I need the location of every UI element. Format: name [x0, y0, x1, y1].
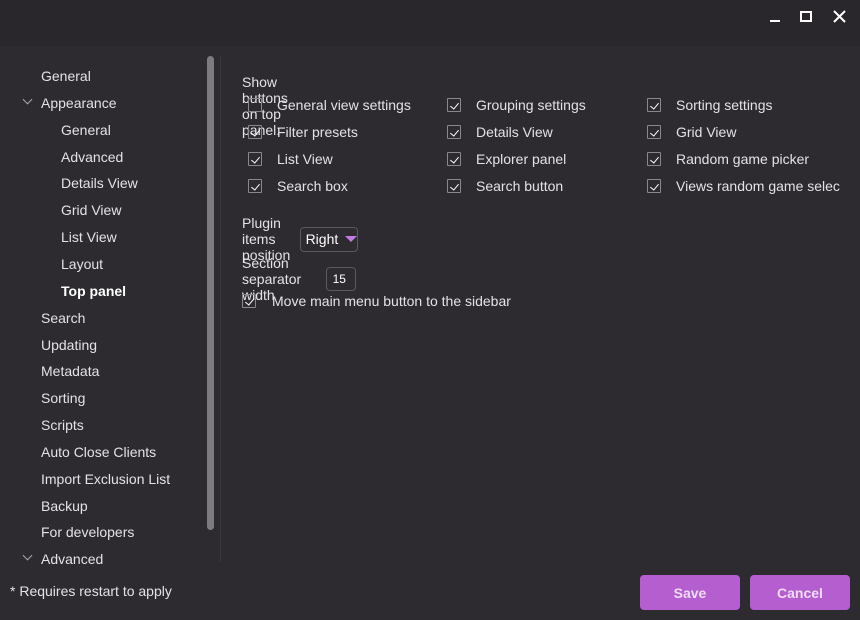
sidebar-item-label: List View	[61, 229, 117, 245]
sidebar-item-general[interactable]: General	[61, 119, 111, 141]
maximize-button[interactable]	[791, 4, 821, 28]
checkbox-label: Random game picker	[676, 151, 810, 167]
checkbox-label: List View	[277, 151, 333, 167]
sidebar-item-top-panel[interactable]: Top panel	[61, 280, 126, 302]
chevron-down-icon[interactable]	[22, 96, 34, 108]
checkbox-search-button[interactable]	[447, 179, 461, 193]
checkbox-label: General view settings	[277, 97, 411, 113]
sidebar-item-for-developers[interactable]: For developers	[41, 521, 134, 543]
sidebar-item-sorting[interactable]: Sorting	[41, 387, 85, 409]
sidebar-item-label: Layout	[61, 256, 104, 272]
sidebar-item-layout[interactable]: Layout	[61, 253, 103, 275]
maximize-icon	[800, 10, 812, 22]
checkbox-row-search-button[interactable]: Search button	[447, 176, 563, 196]
sidebar-item-import-exclusion-list[interactable]: Import Exclusion List	[41, 468, 170, 490]
minimize-button[interactable]	[760, 4, 790, 28]
move-menu-checkbox[interactable]	[242, 294, 256, 308]
settings-sidebar: General Appearance General Advanced Details …	[0, 46, 220, 564]
checkbox-filter-presets[interactable]	[248, 125, 262, 139]
sidebar-item-label: For developers	[41, 524, 135, 540]
sidebar-item-scripts[interactable]: Scripts	[41, 414, 84, 436]
sidebar-item-label: Import Exclusion List	[41, 471, 171, 487]
close-icon	[832, 9, 846, 23]
close-button[interactable]	[824, 4, 854, 28]
checkbox-label: Sorting settings	[676, 97, 773, 113]
checkbox-label: Search box	[277, 178, 348, 194]
sidebar-item-label: Sorting	[41, 390, 86, 406]
checkbox-row-list-view[interactable]: List View	[248, 149, 333, 169]
sidebar-item-advanced[interactable]: Advanced	[61, 146, 123, 168]
sidebar-divider	[220, 56, 221, 562]
sidebar-item-label: Details View	[61, 175, 138, 191]
sidebar-item-advanced[interactable]: Advanced	[41, 548, 103, 564]
sidebar-item-list-view[interactable]: List View	[61, 226, 117, 248]
checkbox-general-view-settings[interactable]	[248, 98, 262, 112]
sidebar-item-label: Advanced	[41, 551, 104, 564]
chevron-down-icon[interactable]	[22, 552, 34, 564]
checkbox-details-view[interactable]	[447, 125, 461, 139]
checkbox-row-details-view[interactable]: Details View	[447, 122, 553, 142]
sidebar-scrollbar[interactable]	[207, 56, 214, 530]
checkbox-row-views-random-game-selec[interactable]: Views random game selec	[647, 176, 840, 196]
sidebar-item-label: Updating	[41, 337, 98, 353]
sidebar-item-auto-close-clients[interactable]: Auto Close Clients	[41, 441, 156, 463]
checkbox-grouping-settings[interactable]	[447, 98, 461, 112]
separator-width-input[interactable]: 15	[325, 267, 357, 291]
checkbox-grid-view[interactable]	[647, 125, 661, 139]
checkbox-list-view[interactable]	[248, 152, 262, 166]
checkbox-label: Explorer panel	[476, 151, 567, 167]
checkbox-row-filter-presets[interactable]: Filter presets	[248, 122, 358, 142]
sidebar-item-grid-view[interactable]: Grid View	[61, 199, 121, 221]
sidebar-item-updating[interactable]: Updating	[41, 334, 97, 356]
save-button[interactable]: Save	[640, 575, 740, 610]
checkbox-row-search-box[interactable]: Search box	[248, 176, 348, 196]
sidebar-item-backup[interactable]: Backup	[41, 495, 88, 517]
checkbox-label: Views random game selec	[676, 178, 840, 194]
sidebar-item-label: Metadata	[41, 363, 100, 379]
checkbox-row-grouping-settings[interactable]: Grouping settings	[447, 95, 586, 115]
plugin-position-value: Right	[305, 231, 339, 247]
checkbox-row-explorer-panel[interactable]: Explorer panel	[447, 149, 566, 169]
sidebar-item-label: Appearance	[41, 95, 117, 111]
sidebar-item-general[interactable]: General	[41, 65, 91, 87]
checkbox-label: Search button	[476, 178, 564, 194]
sidebar-item-label: Scripts	[41, 417, 84, 433]
checkbox-sorting-settings[interactable]	[647, 98, 661, 112]
checkbox-label: Grid View	[676, 124, 737, 140]
sidebar-item-label: Grid View	[61, 202, 122, 218]
cancel-button[interactable]: Cancel	[750, 575, 850, 610]
checkbox-random-game-picker[interactable]	[647, 152, 661, 166]
sidebar-item-label: Search	[41, 310, 86, 326]
checkbox-row-general-view-settings[interactable]: General view settings	[248, 95, 411, 115]
restart-note: * Requires restart to apply	[10, 583, 172, 599]
sidebar-item-label: Backup	[41, 498, 88, 514]
checkbox-explorer-panel[interactable]	[447, 152, 461, 166]
checkbox-row-random-game-picker[interactable]: Random game picker	[647, 149, 809, 169]
sidebar-item-search[interactable]: Search	[41, 307, 85, 329]
sidebar-item-label: Auto Close Clients	[41, 444, 157, 460]
sidebar-item-label: Top panel	[61, 283, 127, 299]
dropdown-arrow-icon	[345, 236, 358, 242]
plugin-position-dropdown[interactable]: Right	[299, 226, 359, 252]
sidebar-item-appearance[interactable]: Appearance	[41, 92, 117, 114]
checkbox-row-sorting-settings[interactable]: Sorting settings	[647, 95, 773, 115]
sidebar-item-metadata[interactable]: Metadata	[41, 360, 99, 382]
move-menu-checkbox-row[interactable]: Move main menu button to the sidebar	[242, 291, 511, 311]
sidebar-item-label: General	[41, 68, 91, 84]
title-bar	[0, 0, 860, 46]
move-menu-label: Move main menu button to the sidebar	[272, 293, 511, 309]
checkbox-search-box[interactable]	[248, 179, 262, 193]
checkbox-label: Filter presets	[277, 124, 358, 140]
sidebar-item-label: General	[61, 122, 111, 138]
sidebar-item-details-view[interactable]: Details View	[61, 172, 138, 194]
checkbox-row-grid-view[interactable]: Grid View	[647, 122, 736, 142]
checkbox-views-random-game-selec[interactable]	[647, 179, 661, 193]
minimize-icon	[770, 20, 780, 22]
checkbox-label: Details View	[476, 124, 553, 140]
checkbox-label: Grouping settings	[476, 97, 586, 113]
sidebar-item-label: Advanced	[61, 149, 124, 165]
